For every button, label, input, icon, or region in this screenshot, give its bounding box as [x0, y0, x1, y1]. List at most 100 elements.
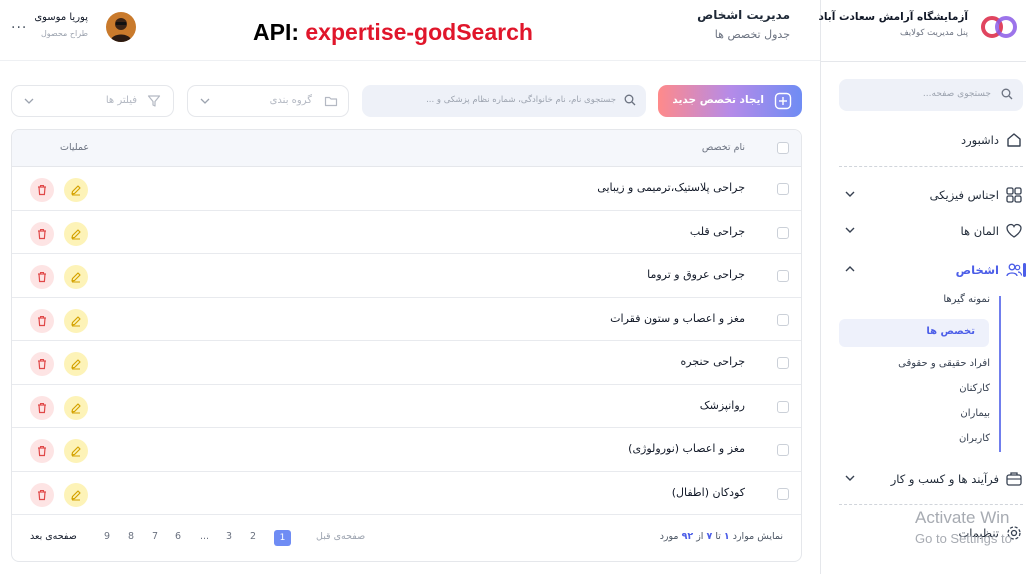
select-all-checkbox[interactable]: [777, 142, 789, 154]
more-menu-icon[interactable]: ...: [11, 16, 27, 32]
edit-button[interactable]: [64, 395, 88, 420]
page-ellipsis: ...: [200, 531, 210, 542]
activate-windows-hint: Go to Settings to: [915, 531, 1012, 546]
column-header-name: نام تخصص: [701, 142, 745, 153]
briefcase-icon: [1005, 470, 1023, 488]
edit-button[interactable]: [64, 265, 88, 289]
home-icon: [1005, 131, 1023, 149]
page-button-1[interactable]: 1: [274, 530, 291, 546]
sidebar-subitem-staff[interactable]: کارکنان: [959, 383, 990, 394]
sidebar-item-label: فرآیند ها و کسب و کار: [890, 472, 999, 486]
expertise-table: نام تخصص عملیات جراحی پلاستیک،ترمیمی و ز…: [11, 129, 802, 562]
pencil-icon: [71, 228, 81, 239]
row-checkbox[interactable]: [777, 183, 789, 195]
delete-button[interactable]: [30, 221, 54, 246]
pencil-icon: [71, 315, 81, 326]
create-expertise-button[interactable]: ایجاد تخصص جدید: [658, 85, 802, 117]
delete-button[interactable]: [30, 178, 54, 202]
column-header-operations: عملیات: [60, 142, 90, 153]
sidebar-item-physical-goods[interactable]: اجناس فیزیکی: [821, 182, 1026, 208]
record-count: نمایش موارد ۱ تا ۷ از ۹۲ مورد: [659, 531, 783, 542]
edit-button[interactable]: [64, 308, 88, 333]
page-button-8[interactable]: 8: [128, 531, 134, 542]
delete-button[interactable]: [30, 439, 54, 463]
page-subtitle: جدول تخصص ها: [714, 28, 790, 41]
edit-button[interactable]: [64, 352, 88, 376]
edit-button[interactable]: [64, 439, 88, 463]
chevron-down-icon: [200, 97, 210, 105]
row-checkbox[interactable]: [777, 444, 789, 456]
table-row: کودکان (اطفال): [12, 472, 801, 515]
folder-icon: [324, 94, 338, 108]
edit-button[interactable]: [64, 221, 88, 246]
page-button-9[interactable]: 9: [104, 531, 110, 542]
expertise-name: جراحی پلاستیک،ترمیمی و زیبایی: [597, 181, 745, 194]
row-checkbox[interactable]: [777, 400, 789, 413]
group-by-label: گروه بندی: [269, 95, 312, 106]
row-checkbox[interactable]: [777, 313, 789, 326]
sidebar-subitem-samplers[interactable]: نمونه گیرها: [943, 294, 990, 305]
delete-button[interactable]: [30, 482, 54, 507]
pencil-icon: [71, 359, 81, 370]
delete-button[interactable]: [30, 395, 54, 420]
expertise-name: مغز و اعصاب (نورولوژی): [628, 442, 745, 455]
sidebar-subitem-persons[interactable]: افراد حقیقی و حقوقی: [898, 358, 990, 369]
page-button-7[interactable]: 7: [152, 531, 158, 542]
sidebar-item-label: اجناس فیزیکی: [929, 188, 999, 202]
delete-button[interactable]: [30, 308, 54, 333]
chevron-down-icon: [845, 226, 855, 234]
sidebar-search-input[interactable]: جستجوی صفحه...: [839, 79, 1023, 111]
chevron-up-icon: [845, 265, 855, 273]
expertise-name: جراحی عروق و تروما: [647, 268, 745, 281]
expertise-name: جراحی قلب: [689, 224, 745, 238]
edit-button[interactable]: [64, 482, 88, 507]
expertise-name: جراحی حنجره: [680, 355, 745, 368]
activate-windows-watermark: Activate Win: [915, 508, 1010, 527]
sidebar-item-elements[interactable]: المان ها: [821, 218, 1026, 244]
sidebar-subitem-expertises[interactable]: تخصص ها: [839, 319, 989, 347]
sidebar-subitem-patients[interactable]: بیماران: [960, 408, 990, 419]
next-page-button[interactable]: صفحه‌ی بعد: [30, 531, 77, 542]
sidebar-item-dashboard[interactable]: داشبورد: [821, 127, 1026, 153]
trash-icon: [38, 184, 46, 196]
trash-icon: [38, 271, 46, 283]
page-button-6[interactable]: 6: [175, 531, 181, 542]
table-row: جراحی حنجره: [12, 341, 801, 385]
delete-button[interactable]: [30, 265, 54, 289]
brand-logo-icon: [980, 14, 1018, 40]
table-row: جراحی پلاستیک،ترمیمی و زیبایی: [12, 167, 801, 211]
sidebar-subitem-users[interactable]: کاربران: [959, 433, 990, 444]
pencil-icon: [71, 402, 81, 413]
sidebar-subitem-label: تخصص ها: [926, 326, 975, 337]
trash-icon: [38, 445, 46, 457]
user-role: طراح محصول: [40, 29, 88, 38]
filter-icon: [147, 94, 161, 108]
sidebar-item-processes[interactable]: فرآیند ها و کسب و کار: [821, 466, 1026, 492]
trash-icon: [38, 358, 46, 370]
pencil-icon: [71, 185, 81, 196]
group-by-select[interactable]: گروه بندی: [187, 85, 349, 117]
table-row: روانپزشک: [12, 385, 801, 428]
page-title: مدیریت اشخاص: [697, 8, 790, 22]
search-placeholder: جستجوی نام، نام خانوادگی، شماره نظام پزش…: [426, 95, 616, 105]
users-icon: [1005, 261, 1023, 279]
filters-select[interactable]: فیلتر ها: [11, 85, 174, 117]
page-button-2[interactable]: 2: [250, 531, 256, 542]
row-checkbox[interactable]: [777, 357, 789, 369]
table-row: جراحی قلب: [12, 211, 801, 254]
row-checkbox[interactable]: [777, 226, 789, 239]
plus-icon: [774, 92, 792, 110]
edit-button[interactable]: [64, 178, 88, 202]
sidebar-search-placeholder: جستجوی صفحه...: [922, 89, 991, 99]
avatar[interactable]: [106, 12, 136, 42]
sidebar-item-label: المان ها: [960, 224, 999, 238]
expertise-name: کودکان (اطفال): [671, 485, 745, 499]
row-checkbox[interactable]: [777, 487, 789, 500]
user-name: پوریا موسوی: [34, 12, 88, 23]
page-button-3[interactable]: 3: [226, 531, 232, 542]
delete-button[interactable]: [30, 352, 54, 376]
sidebar-item-persons[interactable]: اشخاص: [821, 257, 1026, 283]
table-search-input[interactable]: جستجوی نام، نام خانوادگی، شماره نظام پزش…: [362, 85, 646, 117]
row-checkbox[interactable]: [777, 270, 789, 282]
previous-page-button[interactable]: صفحه‌ی قبل: [316, 531, 365, 542]
